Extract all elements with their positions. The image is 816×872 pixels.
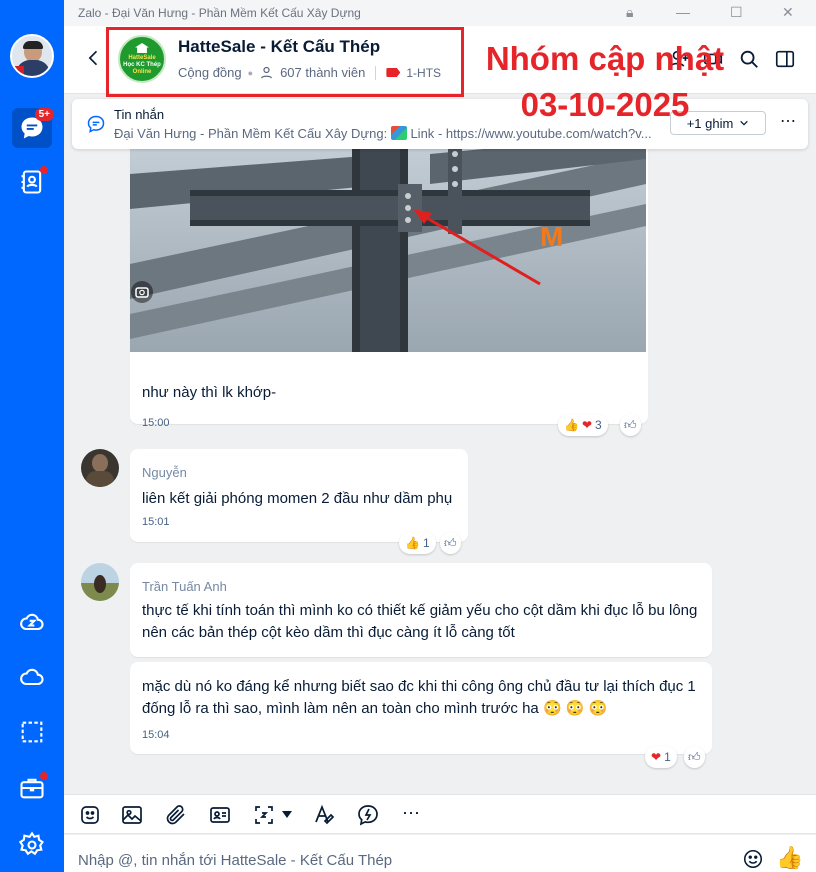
thumbs-up-icon: 👍 <box>564 418 579 432</box>
link-thumb-icon <box>390 126 407 140</box>
emoji-icon[interactable] <box>742 848 764 870</box>
pinned-chat-icon <box>87 115 105 133</box>
reaction-count: 3 <box>595 418 602 432</box>
message-bubble[interactable]: Nguyễn liên kết giải phóng momen 2 đầu n… <box>130 449 468 542</box>
maximize-button[interactable]: ☐ <box>730 4 743 21</box>
user-avatar[interactable] <box>10 34 54 78</box>
screenshot-nav[interactable] <box>12 712 52 752</box>
sidebar: 5+ <box>0 0 64 872</box>
thumbs-up-icon: 👍 <box>405 536 420 550</box>
composer-toolbar: ⋯ <box>64 794 816 834</box>
close-button[interactable]: ✕ <box>782 4 794 21</box>
sender-avatar[interactable] <box>81 449 119 487</box>
chevron-down-icon <box>740 120 749 126</box>
image-message[interactable]: M như này thì lk khớp- 15:00 <box>130 114 648 429</box>
message-text: như này thì lk khớp- <box>142 384 277 401</box>
cloud-nav[interactable] <box>12 657 52 697</box>
messages-nav[interactable]: 5+ <box>12 108 54 148</box>
pinned-sender: Đại Văn Hưng - Phần Mềm Kết Cấu Xây Dựng… <box>114 126 388 141</box>
watermark-logo: M <box>540 221 563 252</box>
toolbox-dot <box>40 772 48 780</box>
pinned-options-icon[interactable]: ⋯ <box>780 111 796 131</box>
reaction-bar[interactable]: 👍 ❤ 3 <box>558 414 608 436</box>
like-outline-icon: 👍︎ <box>444 535 457 550</box>
settings-nav[interactable] <box>12 825 52 865</box>
heart-icon: ❤ <box>581 418 593 432</box>
annotation-line2: 03-10-2025 <box>520 86 690 123</box>
pinned-link-label: Link <box>410 126 435 141</box>
lock-icon[interactable]: 🔒︎ <box>626 4 633 21</box>
message-bubble[interactable]: mặc dù nó ko đáng kể nhưng biết sao đc k… <box>130 662 712 754</box>
minimize-button[interactable]: — <box>676 4 690 20</box>
message-text: mặc dù nó ko đáng kể nhưng biết sao đc k… <box>142 676 702 720</box>
like-outline-icon: 👍︎ <box>688 749 701 764</box>
quick-like-button[interactable]: 👍 <box>776 845 803 871</box>
add-reaction-button[interactable]: 👍︎ <box>620 414 641 436</box>
sender-avatar[interactable] <box>81 563 119 601</box>
toolbox-nav[interactable] <box>12 768 52 808</box>
pinned-separator: - <box>437 126 443 141</box>
screenshot-icon <box>21 721 43 743</box>
zcloud-icon <box>20 613 44 631</box>
pinned-title: Tin nhắn <box>114 107 165 122</box>
zcloud-nav[interactable] <box>12 602 52 642</box>
flushed-emoji: 😳 😳 😳 <box>542 700 608 717</box>
message-time: 15:04 <box>142 729 170 741</box>
contacts-nav[interactable] <box>12 162 52 202</box>
add-reaction-button[interactable]: 👍︎ <box>684 746 705 768</box>
like-outline-icon: 👍︎ <box>624 417 637 432</box>
attachment-icon[interactable] <box>164 803 188 827</box>
message-photo[interactable]: M <box>130 114 646 352</box>
image-icon[interactable] <box>120 803 144 827</box>
more-tools-icon[interactable]: ⋯ <box>402 803 420 824</box>
pinned-url[interactable]: https://www.youtube.com/watch?v... <box>446 126 652 141</box>
reaction-bar[interactable]: 👍 1 <box>399 532 436 554</box>
text-format-icon[interactable] <box>312 803 336 827</box>
chat-area: M như này thì lk khớp- 15:00 👍 ❤ 3 👍︎ Nguy… <box>64 94 816 794</box>
message-body: mặc dù nó ko đáng kể nhưng biết sao đc k… <box>142 678 696 717</box>
message-time: 15:00 <box>142 417 170 429</box>
cloud-icon <box>20 668 44 686</box>
composer: Nhập @, tin nhắn tới HatteSale - Kết Cấu… <box>64 835 816 872</box>
screenshot-tool-icon[interactable] <box>252 803 276 827</box>
message-input[interactable]: Nhập @, tin nhắn tới HatteSale - Kết Cấu… <box>78 852 392 869</box>
toggle-panel-icon[interactable] <box>774 48 796 70</box>
sender-name[interactable]: Nguyễn <box>142 465 187 480</box>
messages-badge: 5+ <box>34 108 54 121</box>
window-titlebar: Zalo - Đại Văn Hưng - Phần Mềm Kết Cấu X… <box>64 0 816 26</box>
pinned-preview: Đại Văn Hưng - Phần Mềm Kết Cấu Xây Dựng… <box>114 126 664 141</box>
heart-icon: ❤ <box>651 750 662 764</box>
highlight-box <box>106 27 464 97</box>
message-text: liên kết giải phóng momen 2 đầu như dầm … <box>142 490 453 507</box>
sticker-icon[interactable] <box>78 803 102 827</box>
message-text: thực tế khi tính toán thì mình ko có thi… <box>142 602 698 641</box>
window-title: Zalo - Đại Văn Hưng - Phần Mềm Kết Cấu X… <box>78 6 361 20</box>
quick-message-icon[interactable] <box>356 803 380 827</box>
reaction-count: 1 <box>664 750 671 764</box>
gear-icon <box>18 831 44 856</box>
message-bubble[interactable]: Trần Tuấn Anh thực tế khi tính toán thì … <box>130 563 712 657</box>
screenshot-dropdown-icon[interactable] <box>282 811 292 819</box>
add-reaction-button[interactable]: 👍︎ <box>440 532 461 554</box>
message-time: 15:01 <box>142 516 170 528</box>
update-annotation: Nhóm cập nhật 03-10-2025 <box>474 36 736 128</box>
reaction-count: 1 <box>422 536 430 550</box>
reaction-bar[interactable]: ❤ 1 <box>645 746 677 768</box>
back-icon[interactable] <box>84 48 104 68</box>
sender-name[interactable]: Trần Tuấn Anh <box>142 579 227 594</box>
contact-card-icon[interactable] <box>208 803 232 827</box>
search-icon[interactable] <box>738 48 760 70</box>
contacts-dot <box>40 166 48 174</box>
annotation-line1: Nhóm cập nhật <box>485 40 725 77</box>
